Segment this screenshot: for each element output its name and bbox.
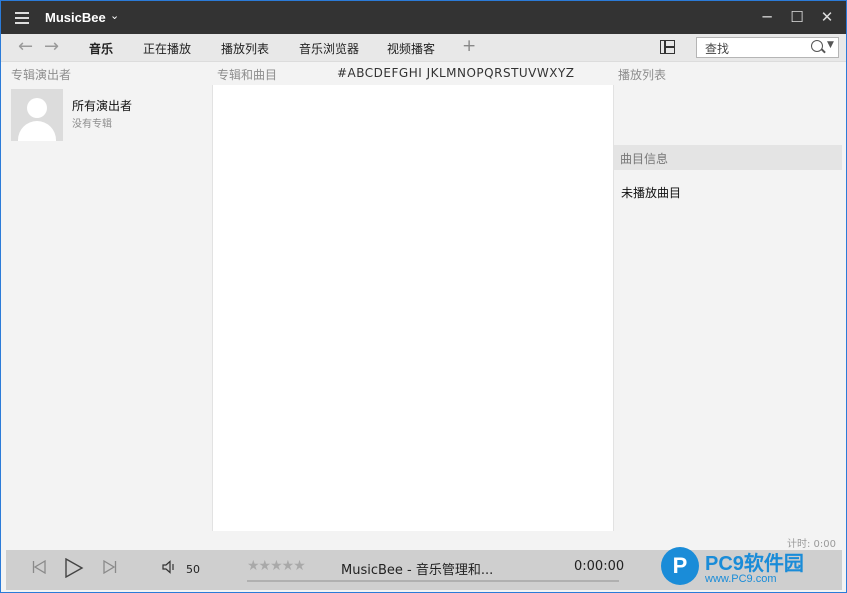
current-track-title: MusicBee - 音乐管理和...: [341, 563, 494, 578]
skip-previous-icon[interactable]: [32, 559, 46, 575]
nav-bar: ← → 音乐 正在播放 播放列表 音乐浏览器 视频播客 + 查找 ▼: [1, 34, 846, 62]
title-bar: MusicBee ⌄ ─ ☐ ✕: [1, 1, 846, 34]
alphabet-jump-bar[interactable]: #ABCDEFGHI JKLMNOPQRSTUVWXYZ: [337, 66, 575, 80]
track-info-header: 曲目信息: [614, 145, 842, 170]
app-title: MusicBee: [45, 10, 106, 25]
artist-album-count: 没有专辑: [72, 119, 112, 130]
tab-now-playing[interactable]: 正在播放: [143, 40, 191, 57]
watermark-logo: P: [661, 547, 699, 585]
chevron-down-icon[interactable]: ⌄: [110, 9, 119, 22]
albums-column-header: 专辑和曲目: [217, 68, 278, 82]
search-box[interactable]: 查找 ▼: [696, 37, 839, 58]
playback-time: 0:00:00: [574, 559, 625, 574]
artist-panel: 所有演出者 没有专辑: [6, 85, 212, 531]
add-tab-button[interactable]: +: [462, 36, 476, 56]
right-panel: 曲目信息 未播放曲目: [614, 85, 842, 531]
artist-placeholder-icon: [11, 89, 63, 141]
now-playing-text: 未播放曲目: [621, 186, 682, 200]
playlist-column-header: 播放列表: [618, 68, 667, 82]
search-options-chevron-icon[interactable]: ▼: [827, 40, 834, 50]
rating-stars[interactable]: ★★★★★: [247, 558, 306, 574]
musicbee-window: MusicBee ⌄ ─ ☐ ✕ ← → 音乐 正在播放 播放列表 音乐浏览器 …: [0, 0, 847, 593]
minimize-icon[interactable]: ─: [752, 1, 782, 34]
tab-playlists[interactable]: 播放列表: [221, 40, 269, 57]
volume-icon[interactable]: [162, 560, 176, 578]
watermark-name: PC9软件园: [705, 553, 804, 575]
close-icon[interactable]: ✕: [812, 1, 842, 34]
artist-name: 所有演出者: [72, 99, 133, 113]
artists-column-header: 专辑演出者: [11, 68, 72, 82]
layout-panels-icon[interactable]: [660, 40, 675, 54]
progress-bar[interactable]: [247, 580, 619, 582]
arrow-right-icon[interactable]: →: [44, 37, 59, 57]
search-input[interactable]: 查找: [705, 40, 729, 57]
search-icon[interactable]: [811, 40, 823, 52]
skip-next-icon[interactable]: [103, 559, 117, 575]
track-info-title: 曲目信息: [620, 152, 669, 166]
hamburger-icon[interactable]: [11, 10, 33, 26]
watermark-url: www.PC9.com: [705, 573, 777, 585]
volume-value: 50: [186, 563, 200, 576]
arrow-left-icon[interactable]: ←: [18, 37, 33, 57]
tab-music[interactable]: 音乐: [89, 40, 113, 57]
tab-podcasts[interactable]: 视频播客: [387, 40, 435, 57]
tab-music-explorer[interactable]: 音乐浏览器: [299, 40, 359, 57]
album-track-panel: [212, 85, 614, 531]
play-icon[interactable]: [64, 557, 84, 579]
watermark: P PC9软件园 www.PC9.com: [661, 545, 846, 592]
maximize-icon[interactable]: ☐: [782, 1, 812, 34]
